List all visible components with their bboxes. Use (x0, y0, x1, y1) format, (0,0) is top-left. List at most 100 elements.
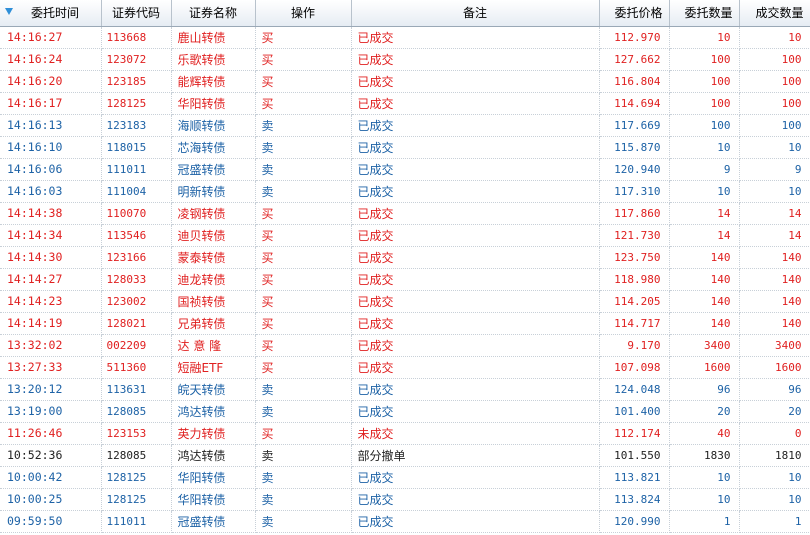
cell-code: 511360 (101, 356, 172, 379)
cell-name: 短融ETF (171, 356, 256, 379)
cell-code: 113668 (101, 26, 172, 49)
cell-qty: 100 (669, 92, 740, 115)
col-header-time-label: 委托时间 (31, 6, 80, 21)
cell-note: 已成交 (351, 136, 600, 159)
cell-name: 华阳转债 (171, 466, 256, 489)
table-row[interactable]: 14:16:17 128125 华阳转债买已成交 114.694 100 100 (0, 92, 810, 115)
col-header-price[interactable]: 委托价格 (599, 0, 670, 27)
cell-price: 101.550 (599, 444, 670, 467)
cell-name: 凌钢转债 (171, 202, 256, 225)
cell-op: 卖 (255, 444, 352, 467)
cell-note: 已成交 (351, 48, 600, 71)
col-header-deal[interactable]: 成交数量 (739, 0, 810, 27)
table-row[interactable]: 14:14:23 123002 国祯转债买已成交 114.205 140 140 (0, 290, 810, 313)
cell-code: 123183 (101, 114, 172, 137)
cell-name: 达 意 隆 (171, 334, 256, 357)
cell-note: 部分撤单 (351, 444, 600, 467)
cell-deal: 10 (739, 466, 810, 489)
table-row[interactable]: 09:59:50 111011 冠盛转债卖已成交 120.990 1 1 (0, 510, 810, 533)
cell-deal: 140 (739, 268, 810, 291)
cell-qty: 140 (669, 246, 740, 269)
cell-code: 118015 (101, 136, 172, 159)
table-row[interactable]: 13:32:02 002209 达 意 隆买已成交 9.170 3400 3400 (0, 334, 810, 357)
table-row[interactable]: 10:52:36 128085 鸿达转债卖部分撤单 101.550 1830 1810 (0, 444, 810, 467)
cell-note: 已成交 (351, 356, 600, 379)
cell-deal: 10 (739, 488, 810, 511)
table-row[interactable]: 14:16:06 111011 冠盛转债卖已成交 120.940 9 9 (0, 158, 810, 181)
table-row[interactable]: 14:16:10 118015 芯海转债卖已成交 115.870 10 10 (0, 136, 810, 159)
table-row[interactable]: 14:14:34 113546 迪贝转债买已成交 121.730 14 14 (0, 224, 810, 247)
cell-code: 128085 (101, 400, 172, 423)
cell-note: 已成交 (351, 466, 600, 489)
cell-note: 已成交 (351, 92, 600, 115)
col-header-code[interactable]: 证券代码 (101, 0, 172, 27)
cell-name: 皖天转债 (171, 378, 256, 401)
cell-qty: 1 (669, 510, 740, 533)
cell-op: 买 (255, 224, 352, 247)
table-row[interactable]: 14:14:27 128033 迪龙转债买已成交 118.980 140 140 (0, 268, 810, 291)
table-row[interactable]: 14:14:30 123166 蒙泰转债买已成交 123.750 140 140 (0, 246, 810, 269)
cell-deal: 0 (739, 422, 810, 445)
cell-deal: 140 (739, 290, 810, 313)
cell-name: 华阳转债 (171, 92, 256, 115)
table-row[interactable]: 13:27:33 511360 短融ETF 买已成交 107.098 1600 1600 (0, 356, 810, 379)
cell-price: 112.174 (599, 422, 670, 445)
cell-deal: 14 (739, 202, 810, 225)
cell-code: 002209 (101, 334, 172, 357)
cell-time: 14:16:17 (0, 92, 102, 115)
cell-op: 买 (255, 356, 352, 379)
cell-price: 115.870 (599, 136, 670, 159)
cell-price: 117.310 (599, 180, 670, 203)
col-header-name[interactable]: 证券名称 (171, 0, 256, 27)
cell-price: 127.662 (599, 48, 670, 71)
table-row[interactable]: 13:20:12 113631 皖天转债卖已成交 124.048 96 96 (0, 378, 810, 401)
table-row[interactable]: 14:14:38 110070 凌钢转债买已成交 117.860 14 14 (0, 202, 810, 225)
cell-op: 卖 (255, 158, 352, 181)
col-header-op[interactable]: 操作 (255, 0, 352, 27)
cell-note: 已成交 (351, 70, 600, 93)
cell-deal: 1810 (739, 444, 810, 467)
cell-qty: 140 (669, 312, 740, 335)
cell-op: 买 (255, 334, 352, 357)
table-row[interactable]: 13:19:00 128085 鸿达转债卖已成交 101.400 20 20 (0, 400, 810, 423)
table-row[interactable]: 14:16:27 113668 鹿山转债买已成交 112.970 10 10 (0, 26, 810, 49)
sort-descending-icon[interactable] (5, 8, 13, 16)
cell-code: 128125 (101, 488, 172, 511)
cell-deal: 96 (739, 378, 810, 401)
table-row[interactable]: 10:00:42 128125 华阳转债卖已成交 113.821 10 10 (0, 466, 810, 489)
cell-time: 14:16:13 (0, 114, 102, 137)
cell-price: 117.669 (599, 114, 670, 137)
table-row[interactable]: 14:16:24 123072 乐歌转债买已成交 127.662 100 100 (0, 48, 810, 71)
table-row[interactable]: 14:14:19 128021 兄弟转债买已成交 114.717 140 140 (0, 312, 810, 335)
table-row[interactable]: 11:26:46 123153 英力转债买未成交 112.174 40 0 (0, 422, 810, 445)
cell-note: 已成交 (351, 158, 600, 181)
cell-time: 14:16:20 (0, 70, 102, 93)
cell-name: 冠盛转债 (171, 158, 256, 181)
cell-time: 11:26:46 (0, 422, 102, 445)
cell-name: 英力转债 (171, 422, 256, 445)
table-row[interactable]: 14:16:13 123183 海顺转债卖已成交 117.669 100 100 (0, 114, 810, 137)
cell-code: 111011 (101, 510, 172, 533)
cell-price: 121.730 (599, 224, 670, 247)
cell-note: 已成交 (351, 312, 600, 335)
col-header-time[interactable]: 委托时间 (0, 0, 102, 27)
cell-price: 123.750 (599, 246, 670, 269)
cell-qty: 9 (669, 158, 740, 181)
cell-name: 蒙泰转债 (171, 246, 256, 269)
cell-note: 已成交 (351, 400, 600, 423)
table-row[interactable]: 14:16:20 123185 能辉转债买已成交 116.804 100 100 (0, 70, 810, 93)
table-row[interactable]: 10:00:25 128125 华阳转债卖已成交 113.824 10 10 (0, 488, 810, 511)
cell-price: 114.205 (599, 290, 670, 313)
cell-note: 已成交 (351, 268, 600, 291)
cell-code: 128085 (101, 444, 172, 467)
cell-price: 124.048 (599, 378, 670, 401)
cell-qty: 1830 (669, 444, 740, 467)
cell-price: 120.940 (599, 158, 670, 181)
cell-name: 迪龙转债 (171, 268, 256, 291)
cell-op: 买 (255, 290, 352, 313)
cell-deal: 14 (739, 224, 810, 247)
col-header-qty[interactable]: 委托数量 (669, 0, 740, 27)
table-row[interactable]: 14:16:03 111004 明新转债卖已成交 117.310 10 10 (0, 180, 810, 203)
col-header-note[interactable]: 备注 (351, 0, 600, 27)
cell-name: 国祯转债 (171, 290, 256, 313)
